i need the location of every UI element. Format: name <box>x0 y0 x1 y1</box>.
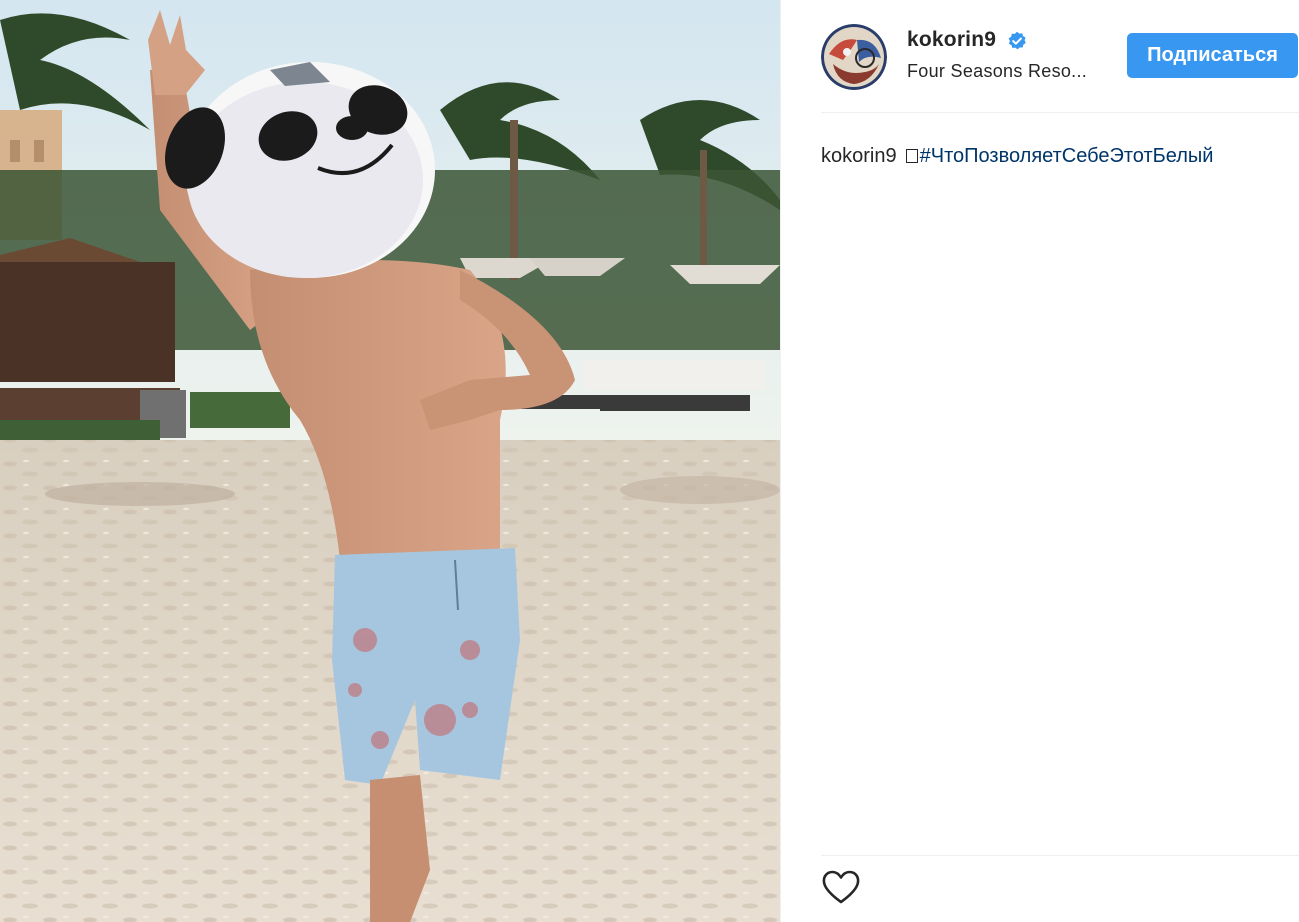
post-caption: kokorin9 #ЧтоПозволяетСебеЭтотБелый <box>821 143 1213 169</box>
avatar[interactable] <box>821 24 887 90</box>
caption-username[interactable]: kokorin9 <box>821 145 897 167</box>
header-divider <box>821 112 1299 113</box>
post-media[interactable] <box>0 0 780 922</box>
caption-hashtag[interactable]: #ЧтоПозволяетСебеЭтотБелый <box>920 145 1214 167</box>
post-username[interactable]: kokorin9 <box>907 28 996 52</box>
missing-glyph-icon <box>905 149 918 163</box>
verified-badge-icon <box>1008 31 1026 50</box>
heart-outline-icon[interactable] <box>819 866 863 908</box>
post-photo <box>0 0 780 922</box>
avatar-image <box>821 24 887 90</box>
post-side-panel: kokorin9 Four Seasons Reso... Подписатьс… <box>781 0 1299 922</box>
post-header: kokorin9 Four Seasons Reso... Подписатьс… <box>781 0 1299 112</box>
post-location[interactable]: Four Seasons Reso... <box>907 61 1087 82</box>
follow-button[interactable]: Подписаться <box>1127 33 1298 78</box>
actions-divider <box>821 855 1299 856</box>
